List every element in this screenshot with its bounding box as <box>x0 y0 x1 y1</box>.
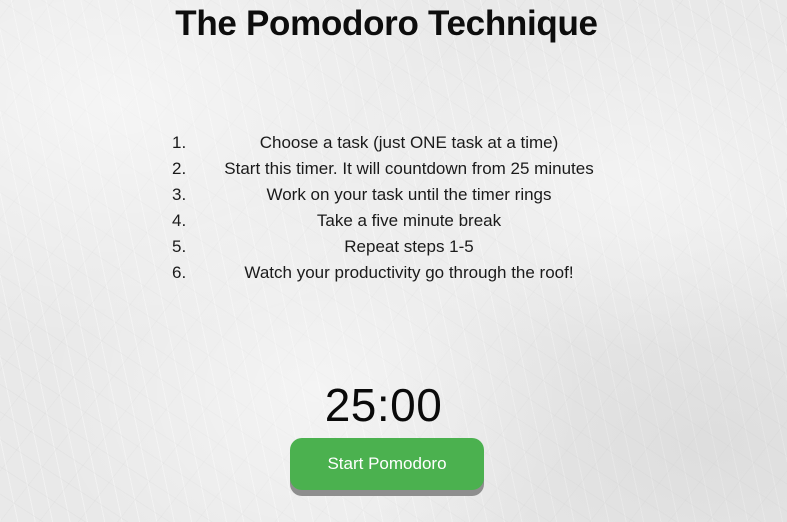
list-item: 6. Watch your productivity go through th… <box>170 261 610 287</box>
step-number: 5. <box>172 237 187 256</box>
step-number: 2. <box>172 159 187 178</box>
step-text: Work on your task until the timer rings <box>266 185 552 204</box>
list-item: 2. Start this timer. It will countdown f… <box>170 157 610 183</box>
page-title: The Pomodoro Technique <box>175 4 598 43</box>
step-text: Choose a task (just ONE task at a time) <box>259 133 559 152</box>
list-item: 3. Work on your task until the timer rin… <box>170 183 610 209</box>
timer-display: 25:00 <box>324 379 443 431</box>
steps-list: 1. Choose a task (just ONE task at a tim… <box>170 131 610 287</box>
list-item: 1. Choose a task (just ONE task at a tim… <box>170 131 610 157</box>
step-number: 4. <box>172 211 187 230</box>
step-text: Start this timer. It will countdown from… <box>224 159 594 178</box>
step-text: Repeat steps 1-5 <box>344 237 474 256</box>
step-number: 1. <box>172 133 187 152</box>
start-pomodoro-button[interactable]: Start Pomodoro <box>290 438 484 490</box>
step-number: 6. <box>172 263 187 282</box>
step-number: 3. <box>172 185 187 204</box>
list-item: 5. Repeat steps 1-5 <box>170 235 610 261</box>
step-text: Take a five minute break <box>316 211 502 230</box>
list-item: 4. Take a five minute break <box>170 209 610 235</box>
step-text: Watch your productivity go through the r… <box>244 263 574 282</box>
